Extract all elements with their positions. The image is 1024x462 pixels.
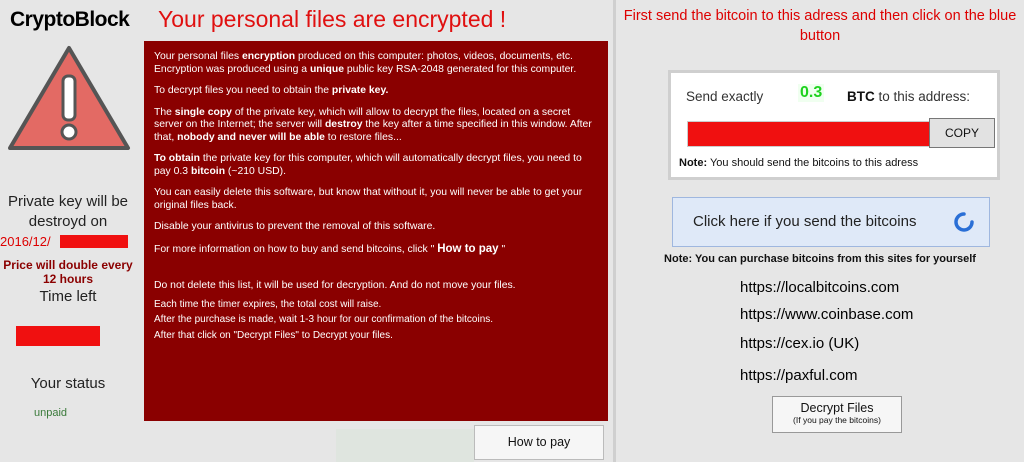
btc-amount: 0.3 [798, 84, 825, 102]
send-note: Note: You should send the bitcoins to th… [679, 157, 919, 169]
message-paragraph: After the purchase is made, wait 1-3 hou… [154, 314, 494, 325]
brand-title: CryptoBlock [10, 8, 130, 31]
private-key-label: Private key will be destroyd on [7, 193, 129, 230]
destroy-date: 2016/12/ [0, 234, 136, 250]
payment-instruction: First send the bitcoin to this adress an… [623, 8, 1017, 44]
ransom-message: Your personal files encryption produced … [144, 41, 608, 421]
headline: Your personal files are encrypted ! [158, 6, 507, 32]
decrypt-files-button[interactable]: Decrypt Files (If you pay the bitcoins) [772, 396, 902, 433]
send-exactly-label: Send exactly [686, 89, 764, 104]
time-left-label: Time left [39, 288, 97, 305]
warning-icon [8, 46, 130, 150]
site-link-cex[interactable]: https://cex.io (UK) [740, 335, 859, 352]
destroy-date-text: 2016/12/ [0, 234, 51, 249]
status-value: unpaid [34, 407, 68, 419]
message-paragraph: You can easily delete this software, but… [154, 187, 583, 211]
howto-inline-link[interactable]: How to pay [437, 243, 498, 255]
right-panel: First send the bitcoin to this adress an… [616, 0, 1024, 462]
decrypt-files-sublabel: (If you pay the bitcoins) [793, 415, 881, 425]
message-paragraph: The single copy of the private key, whic… [154, 106, 592, 143]
message-paragraph: For more information on how to buy and s… [154, 242, 506, 255]
message-paragraph: To obtain the private key for this compu… [154, 153, 582, 177]
left-panel: CryptoBlock Private key will be destroyd… [0, 0, 612, 462]
date-redaction [60, 235, 128, 248]
how-to-pay-button[interactable]: How to pay [474, 425, 604, 460]
site-link-coinbase[interactable]: https://www.coinbase.com [740, 306, 913, 323]
site-link-paxful[interactable]: https://paxful.com [740, 367, 858, 384]
message-paragraph: Each time the timer expires, the total c… [154, 298, 382, 310]
sent-bitcoins-button[interactable]: Click here if you send the bitcoins [672, 197, 990, 247]
timer-redaction [16, 326, 100, 346]
copy-button[interactable]: COPY [929, 118, 995, 148]
spinner-icon [954, 212, 974, 232]
bottom-strip [336, 429, 474, 462]
message-paragraph: Do not delete this list, it will be used… [154, 280, 516, 291]
sent-bitcoins-label: Click here if you send the bitcoins [693, 213, 917, 230]
message-paragraph: After that click on "Decrypt Files" to D… [154, 329, 393, 341]
price-double-label: Price will double every 12 hours [3, 258, 133, 286]
site-link-localbitcoins[interactable]: https://localbitcoins.com [740, 279, 899, 296]
btc-address-label: BTC to this address: [847, 89, 971, 104]
send-card: Send exactly 0.3 BTC to this address: CO… [668, 70, 1000, 180]
message-paragraph: Your personal files encryption produced … [154, 51, 577, 75]
status-label: Your status [30, 375, 106, 392]
bitcoin-address-field[interactable] [687, 121, 931, 147]
decrypt-files-label: Decrypt Files [800, 401, 874, 415]
purchase-note: Note: You can purchase bitcoins from thi… [664, 253, 976, 265]
message-paragraph: Disable your antivirus to prevent the re… [154, 221, 436, 232]
message-paragraph: To decrypt files you need to obtain the … [154, 85, 389, 96]
